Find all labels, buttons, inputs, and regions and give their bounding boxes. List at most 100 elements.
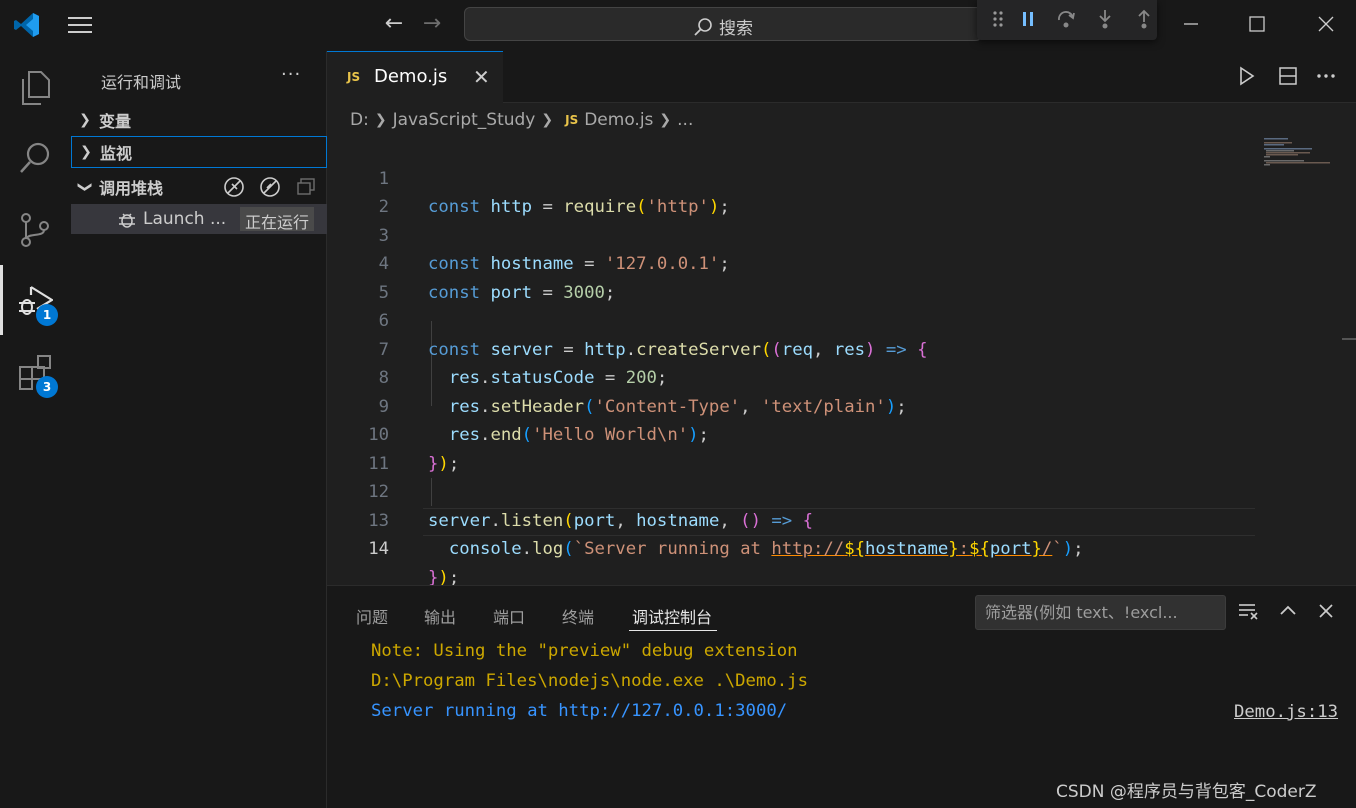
code-line: 6 const server = http.createServer((req,… <box>327 279 1257 360</box>
variables-label: 变量 <box>99 112 132 131</box>
code-line: 11 <box>327 421 1257 474</box>
close-window-icon[interactable] <box>1315 13 1337 35</box>
code-editor[interactable]: 1 const http = require('http'); 2 3 cons… <box>327 136 1356 588</box>
callstack-section[interactable]: ❯ 调用堆栈 <box>71 171 327 203</box>
collapse-all-icon[interactable] <box>295 176 317 198</box>
tab-terminal[interactable]: 终端 <box>562 604 594 628</box>
maximize-icon[interactable] <box>1246 13 1268 35</box>
chevron-down-icon: ❯ <box>77 181 93 193</box>
code-line: 12 server.listen(port, hostname, () => { <box>327 450 1257 531</box>
command-center-search[interactable]: 搜索 <box>464 7 982 41</box>
vscode-logo-icon[interactable] <box>13 11 41 39</box>
drag-handle-icon[interactable] <box>987 8 1009 30</box>
run-file-icon[interactable] <box>1235 65 1257 87</box>
chevron-right-icon: ❯ <box>374 112 387 128</box>
tab-problems[interactable]: 问题 <box>356 604 388 628</box>
breadcrumb: D: ❯ JavaScript_Study ❯ JS Demo.js ❯ ... <box>350 108 693 132</box>
disconnect-icon[interactable] <box>223 176 245 198</box>
minimap[interactable] <box>1262 136 1342 176</box>
debug-toolbar <box>977 0 1157 40</box>
code-line: 1 const http = require('http'); <box>327 136 1257 218</box>
watch-label: 监视 <box>100 144 133 163</box>
explorer-button[interactable] <box>0 53 71 123</box>
breadcrumb-folder[interactable]: JavaScript_Study <box>393 110 536 130</box>
debug-session-row[interactable]: Launch ... 正在运行 <box>71 204 327 234</box>
code-text: console.log(`Server running at http://${… <box>448 539 1084 559</box>
pause-icon[interactable] <box>1017 8 1039 30</box>
title-bar: ← → 搜索 <box>0 0 1356 51</box>
tab-label: Demo.js <box>374 66 448 87</box>
sidebar-more-icon[interactable]: ··· <box>281 64 301 85</box>
js-file-icon: JS <box>347 70 361 84</box>
run-badge: 1 <box>36 304 58 326</box>
run-debug-sidebar: 运行和调试 ··· ❯ 变量 ❯ 监视 ❯ 调用堆栈 Launch ... 正在… <box>71 51 327 808</box>
activity-bar: 1 3 <box>0 51 71 808</box>
vertical-scrollbar[interactable] <box>1342 136 1356 584</box>
bottom-panel: 问题 输出 端口 终端 调试控制台 筛选器(例如 text、!excl... N… <box>327 585 1356 808</box>
console-filter-input[interactable]: 筛选器(例如 text、!excl... <box>975 595 1226 630</box>
files-icon <box>22 71 50 105</box>
code-line: 10 }); <box>327 393 1257 474</box>
tab-ports[interactable]: 端口 <box>493 604 525 628</box>
source-control-button[interactable] <box>0 195 71 265</box>
search-icon <box>694 17 712 36</box>
search-icon <box>20 142 50 173</box>
scrollbar-marker <box>1342 338 1356 340</box>
sidebar-title: 运行和调试 <box>101 73 182 92</box>
forward-arrow-icon[interactable]: → <box>420 12 444 36</box>
search-view-button[interactable] <box>0 123 71 193</box>
active-tab-underline <box>629 630 717 631</box>
breadcrumb-file[interactable]: Demo.js <box>584 110 653 130</box>
stop-session-icon[interactable] <box>259 176 281 198</box>
more-actions-icon[interactable] <box>1315 65 1337 87</box>
js-file-icon: JS <box>565 113 579 127</box>
breadcrumb-more[interactable]: ... <box>677 110 693 130</box>
tab-debug-console[interactable]: 调试控制台 <box>632 604 712 628</box>
chevron-right-icon: ❯ <box>80 144 92 160</box>
step-over-icon[interactable] <box>1055 8 1077 30</box>
session-label: Launch ... <box>143 209 227 229</box>
variables-section[interactable]: ❯ 变量 <box>71 104 327 136</box>
session-status-badge: 正在运行 <box>240 207 315 232</box>
clear-console-icon[interactable] <box>1237 600 1259 622</box>
console-line: D:\Program Files\nodejs\node.exe .\Demo.… <box>371 671 808 691</box>
source-control-icon <box>21 213 49 247</box>
minimize-icon[interactable] <box>1180 13 1202 35</box>
tab-output[interactable]: 输出 <box>424 604 456 628</box>
chevron-right-icon: ❯ <box>659 112 672 128</box>
watch-section[interactable]: ❯ 监视 <box>71 136 327 168</box>
editor-tab-bar: JS Demo.js ✕ <box>327 51 1356 103</box>
code-line: 7 res.statusCode = 200; <box>327 307 1257 389</box>
code-line: 5 <box>327 250 1257 303</box>
chevron-right-icon: ❯ <box>79 112 91 128</box>
extensions-badge: 3 <box>36 376 58 398</box>
chevron-right-icon: ❯ <box>541 112 554 128</box>
console-line: Note: Using the "preview" debug extensio… <box>371 641 798 661</box>
split-editor-icon[interactable] <box>1277 65 1299 87</box>
console-line: Server running at http://127.0.0.1:3000/ <box>371 701 788 721</box>
line-number: 14 <box>368 539 389 559</box>
watermark: CSDN @程序员与背包客_CoderZ <box>1056 782 1317 802</box>
code-line: 4 const port = 3000; <box>327 222 1257 303</box>
code-line: 13 console.log(`Server running at http:/… <box>327 478 1257 560</box>
chevron-up-icon[interactable] <box>1277 600 1299 622</box>
tab-demo-js[interactable]: JS Demo.js ✕ <box>327 51 503 103</box>
callstack-label: 调用堆栈 <box>99 179 164 198</box>
close-tab-icon[interactable]: ✕ <box>473 65 490 89</box>
code-line: 8 res.setHeader('Content-Type', 'text/pl… <box>327 336 1257 417</box>
search-label: 搜索 <box>719 19 753 39</box>
breadcrumb-drive[interactable]: D: <box>350 110 369 130</box>
console-source-link[interactable]: Demo.js:13 <box>1234 702 1338 722</box>
bug-icon <box>119 213 135 228</box>
code-line: 9 res.end('Hello World\n'); <box>327 364 1257 446</box>
step-into-icon[interactable] <box>1094 8 1116 30</box>
back-arrow-icon[interactable]: ← <box>382 12 406 36</box>
code-line: 3 const hostname = '127.0.0.1'; <box>327 193 1257 275</box>
hamburger-menu-icon[interactable] <box>66 14 94 36</box>
close-panel-icon[interactable] <box>1315 600 1337 622</box>
extensions-button[interactable]: 3 <box>0 337 71 407</box>
run-debug-button[interactable]: 1 <box>0 265 71 335</box>
step-out-icon[interactable] <box>1133 8 1155 30</box>
code-line: 2 <box>327 165 1257 217</box>
code-line: 14 }); <box>327 507 1257 588</box>
